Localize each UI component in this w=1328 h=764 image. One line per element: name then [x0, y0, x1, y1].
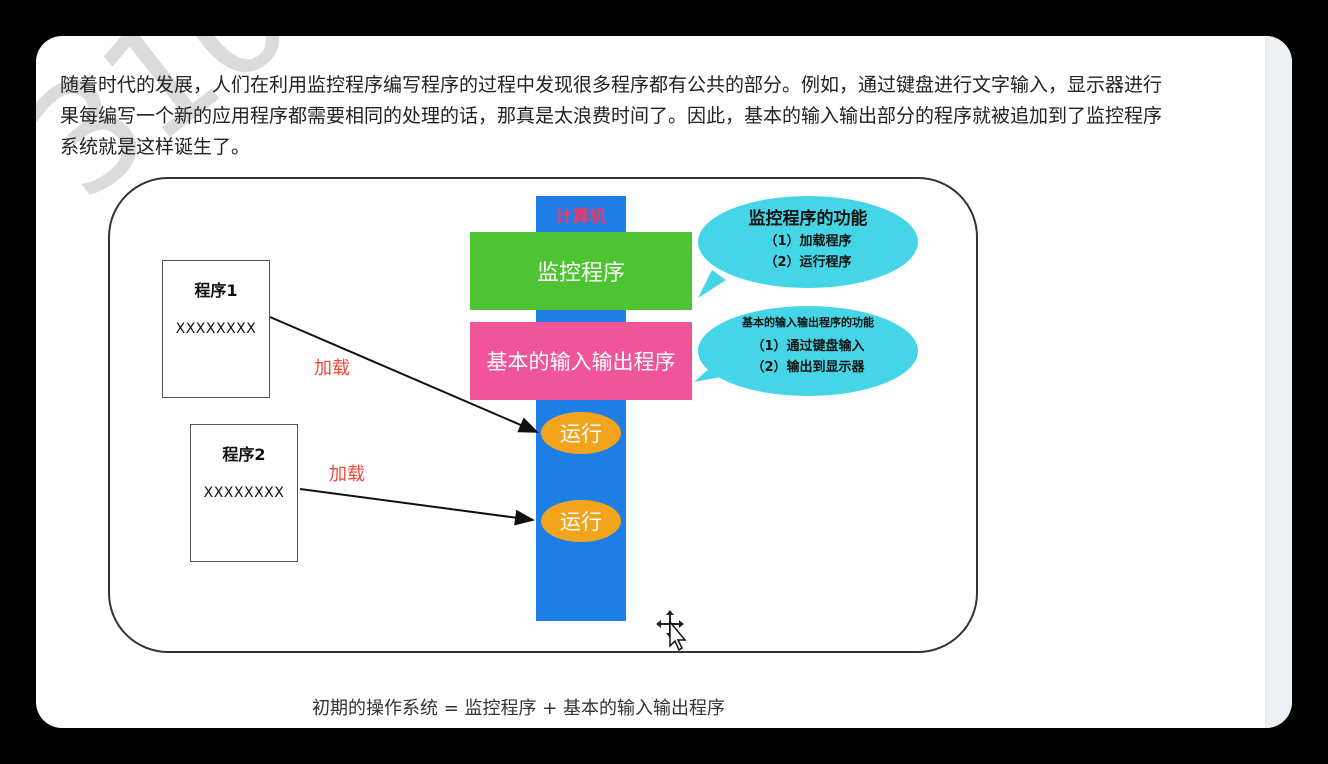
io-bubble-tail: [694, 366, 726, 382]
scrollbar[interactable]: [1265, 36, 1292, 728]
move-cursor-icon: [656, 610, 687, 652]
monitor-bubble-tail: [698, 270, 726, 298]
diagram-caption: 初期的操作系统 = 监控程序 + 基本的输入输出程序: [312, 698, 726, 719]
load-arrow-2: [299, 488, 535, 526]
load-arrow-1: [269, 316, 539, 433]
document-page: 3101 随着时代的发展，人们在利用监控程序编写程序的过程中发现很多程序都有公共…: [36, 36, 1292, 728]
